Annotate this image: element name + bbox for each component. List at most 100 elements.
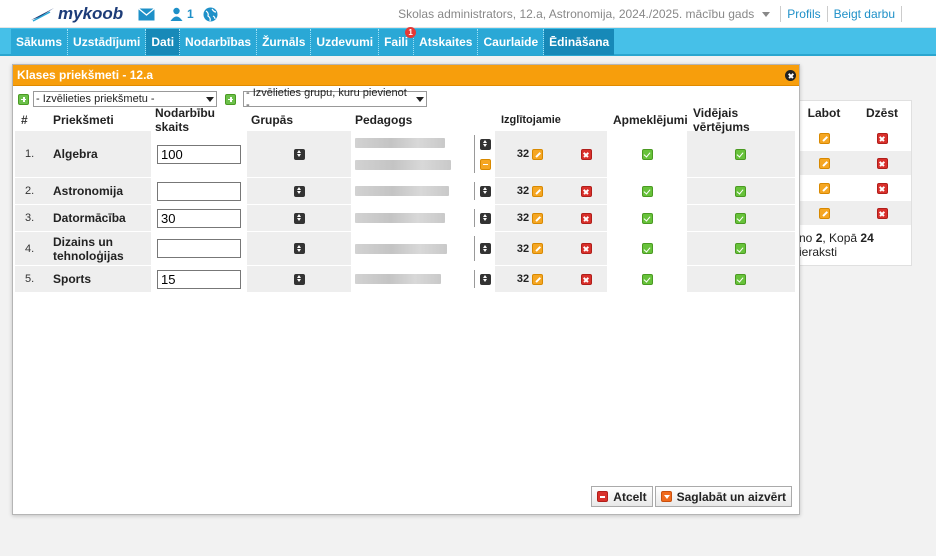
group-select[interactable]: - Izvēlieties grupu, kuru pievienot - bbox=[243, 87, 427, 111]
table-row: 4. Dizains un tehnoloģijas 32 bbox=[15, 232, 795, 266]
people-count: 1 bbox=[187, 7, 194, 21]
teacher-select-icon[interactable] bbox=[480, 273, 491, 285]
group-toggle-icon[interactable] bbox=[293, 185, 305, 197]
table-row: 3. Datormācība 32 bbox=[15, 205, 795, 232]
lesson-count-input[interactable] bbox=[157, 144, 241, 164]
remove-teacher-icon[interactable] bbox=[480, 158, 491, 170]
teacher-select-icon[interactable] bbox=[480, 243, 491, 254]
teacher-select-icon[interactable] bbox=[480, 138, 491, 150]
lesson-count-input[interactable] bbox=[157, 181, 241, 201]
chevron-down-icon[interactable] bbox=[762, 11, 771, 17]
average-check-icon[interactable] bbox=[734, 243, 746, 254]
group-toggle-icon[interactable] bbox=[293, 273, 305, 285]
teacher-cell bbox=[351, 266, 495, 292]
nav-item-sakums[interactable]: Sākums bbox=[11, 29, 69, 55]
group-toggle-icon[interactable] bbox=[293, 148, 305, 160]
table-row: 1. Algebra 32 bbox=[15, 131, 795, 178]
subjects-table: # Priekšmeti Nodarbību skaits Grupās Ped… bbox=[15, 106, 795, 293]
edit-icon[interactable] bbox=[532, 273, 544, 285]
nav-item-caurlaide[interactable]: Caurlaide bbox=[478, 29, 545, 55]
edit-icon[interactable] bbox=[818, 182, 830, 194]
people-indicator[interactable]: 1 bbox=[170, 7, 194, 21]
globe-icon[interactable] bbox=[203, 7, 218, 21]
delete-icon[interactable] bbox=[580, 243, 592, 254]
logo-text: mykoob bbox=[58, 4, 124, 23]
nav-item-dati[interactable]: Dati bbox=[146, 29, 181, 55]
subject-name: Dizains un tehnoloģijas bbox=[53, 234, 124, 263]
nav-item-atskaites[interactable]: Atskaites bbox=[414, 29, 479, 55]
chevron-down-icon bbox=[416, 96, 424, 102]
edit-icon[interactable] bbox=[532, 185, 544, 197]
students-count: 32 bbox=[516, 185, 530, 197]
delete-icon[interactable] bbox=[876, 182, 888, 194]
mykoob-logo[interactable]: mykoob bbox=[30, 4, 123, 24]
nav-item-nodarbibas[interactable]: Nodarbības bbox=[180, 29, 258, 55]
save-icon bbox=[660, 491, 672, 502]
lesson-count-input[interactable] bbox=[157, 208, 241, 228]
edit-icon[interactable] bbox=[818, 132, 830, 144]
delete-icon[interactable] bbox=[580, 148, 592, 160]
logout-link[interactable]: Beigt darbu bbox=[834, 7, 895, 21]
average-check-icon[interactable] bbox=[734, 148, 746, 160]
close-icon[interactable] bbox=[785, 70, 796, 81]
col-attendance: Apmeklējumi bbox=[613, 113, 688, 127]
logo-swoosh-icon bbox=[31, 8, 54, 22]
students-count: 32 bbox=[516, 273, 530, 285]
nav-item-faili[interactable]: Faili 1 bbox=[379, 27, 417, 55]
attendance-check-icon[interactable] bbox=[641, 148, 653, 160]
col-count: Nodarbību skaits bbox=[155, 106, 215, 134]
user-icon bbox=[170, 7, 183, 21]
attendance-check-icon[interactable] bbox=[641, 185, 653, 197]
lesson-count-input[interactable] bbox=[157, 239, 241, 258]
delete-icon[interactable] bbox=[876, 157, 888, 169]
col-edit-header: Labot bbox=[807, 106, 841, 120]
delete-icon[interactable] bbox=[580, 185, 592, 197]
messages-icon[interactable] bbox=[138, 7, 155, 21]
nav-item-label: Faili bbox=[384, 35, 409, 49]
nav-item-edinasana[interactable]: Ēdināšana bbox=[544, 29, 615, 55]
average-check-icon[interactable] bbox=[734, 185, 746, 197]
attendance-check-icon[interactable] bbox=[641, 273, 653, 285]
add-subject-icon[interactable] bbox=[18, 93, 29, 105]
profile-link[interactable]: Profils bbox=[787, 7, 820, 21]
attendance-check-icon[interactable] bbox=[641, 243, 653, 254]
context-label[interactable]: Skolas administrators, 12.a, Astronomija… bbox=[398, 7, 754, 21]
edit-icon[interactable] bbox=[532, 212, 544, 224]
table-row: 2. Astronomija 32 bbox=[15, 178, 795, 205]
group-toggle-icon[interactable] bbox=[293, 212, 305, 224]
students-count: 32 bbox=[516, 212, 530, 224]
average-check-icon[interactable] bbox=[734, 273, 746, 285]
col-subject: Priekšmeti bbox=[53, 113, 114, 127]
top-right-links: Skolas administrators, 12.a, Astronomija… bbox=[398, 6, 908, 22]
delete-icon[interactable] bbox=[580, 273, 592, 285]
students-count: 32 bbox=[516, 148, 530, 160]
pagination-info: no 2, Kopā 24 ieraksti bbox=[799, 231, 874, 259]
edit-icon[interactable] bbox=[818, 157, 830, 169]
add-group-icon[interactable] bbox=[225, 93, 236, 105]
dialog-footer: Atcelt Saglabāt un aizvērt bbox=[591, 486, 792, 507]
nav-item-uzstadijumi[interactable]: Uzstādījumi bbox=[68, 29, 147, 55]
subject-select[interactable]: - Izvēlieties priekšmetu - bbox=[33, 91, 217, 107]
delete-icon[interactable] bbox=[876, 132, 888, 144]
subject-name: Algebra bbox=[53, 147, 98, 161]
teacher-select-icon[interactable] bbox=[480, 212, 491, 224]
students-count: 32 bbox=[516, 242, 530, 255]
col-delete-header: Dzēst bbox=[865, 106, 898, 120]
edit-icon[interactable] bbox=[532, 148, 544, 160]
delete-icon[interactable] bbox=[580, 212, 592, 224]
edit-icon[interactable] bbox=[532, 243, 544, 254]
attendance-check-icon[interactable] bbox=[641, 212, 653, 224]
average-check-icon[interactable] bbox=[734, 212, 746, 224]
nav-item-uzdevumi[interactable]: Uzdevumi bbox=[311, 29, 380, 55]
teacher-select-icon[interactable] bbox=[480, 185, 491, 197]
nav-item-zurnals[interactable]: Žurnāls bbox=[257, 29, 312, 55]
cancel-button[interactable]: Atcelt bbox=[591, 486, 653, 507]
col-students: Izglītojamie bbox=[501, 114, 561, 126]
edit-icon[interactable] bbox=[818, 207, 830, 219]
save-close-button[interactable]: Saglabāt un aizvērt bbox=[654, 486, 792, 507]
delete-icon[interactable] bbox=[876, 207, 888, 219]
teacher-cell bbox=[351, 205, 495, 231]
group-toggle-icon[interactable] bbox=[293, 243, 305, 254]
subject-name: Sports bbox=[53, 272, 92, 286]
lesson-count-input[interactable] bbox=[157, 269, 241, 289]
